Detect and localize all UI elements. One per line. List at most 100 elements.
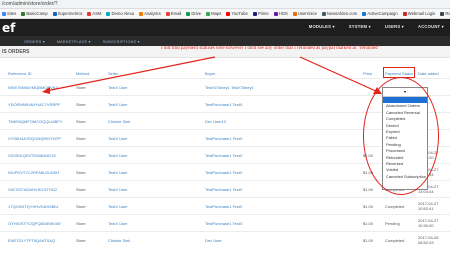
subnav-marketplace[interactable]: MARKETPLACE ▾: [57, 39, 91, 44]
bookmark-item[interactable]: UserVoice: [292, 11, 317, 16]
table-row[interactable]: ENE7D1YTPT5QAATSAQ Store Chelsie Sink Dev U…: [0, 231, 450, 248]
bookmark-item[interactable]: Demo Alexa: [106, 11, 134, 16]
cell-status: Completed: [385, 204, 405, 209]
col-date-added[interactable]: Date added: [418, 71, 439, 76]
bookmark-item[interactable]: YouTube: [226, 11, 248, 16]
table-row[interactable]: OYHIOSTYOQPQ8G6WK4W Store TestX User TestPu…: [0, 214, 450, 231]
cell-time: 10:30:00: [418, 223, 434, 228]
bookmark-item[interactable]: Drive: [186, 11, 201, 16]
cell-price: $1.00: [363, 204, 374, 209]
bookmark-item[interactable]: Analytics: [139, 11, 161, 16]
cell-reference-id[interactable]: VYS8H4A7DQGNQRIDYNTP: [8, 136, 61, 141]
cell-reference-id[interactable]: WUPDVTYC2RFA9LDLW0H: [8, 170, 59, 175]
menu-account[interactable]: ACCOUNT ▾: [418, 24, 444, 29]
cell-reference-id[interactable]: V8CGS7ADAHVIDLSTHG2: [8, 187, 57, 192]
bookmark-item[interactable]: NewsAlden.com: [321, 11, 358, 16]
cell-buyer[interactable]: Dev User: [205, 238, 222, 243]
cell-seller[interactable]: Chelsie Sink: [108, 119, 130, 124]
cell-seller[interactable]: TestX User: [108, 204, 128, 209]
cell-reference-id[interactable]: TM6S5QMFOMCGQQLUIBFY: [8, 119, 62, 124]
cell-buyer[interactable]: TestPurchase1 TestX: [205, 204, 243, 209]
bookmark-favicon-icon: [186, 11, 191, 16]
bookmark-item[interactable]: Maps: [206, 11, 221, 16]
cell-buyer[interactable]: TestPurchase1 TestX: [205, 153, 243, 158]
bookmark-label: Supermetrics: [57, 11, 83, 16]
cell-seller[interactable]: Chelsie Sink: [108, 238, 130, 243]
bookmark-label: Analytics: [144, 11, 161, 16]
cell-date-added: 2017-04-26 08:52:43: [418, 235, 438, 245]
bookmark-item[interactable]: Radio to Buffer: [440, 11, 450, 16]
cell-date-added: 2017-04-27 10:30:00: [418, 218, 438, 228]
cell-method: Store: [76, 204, 86, 209]
cell-reference-id[interactable]: 17QGNSTQYHHVDAH4BIU: [8, 204, 58, 209]
cell-reference-id[interactable]: VD3S0LQK0TEWANND1S: [8, 153, 56, 158]
cell-price: $1.00: [363, 187, 374, 192]
cell-reference-id[interactable]: OYHIOSTYOQPQ8G6WK4W: [8, 221, 61, 226]
app-logo[interactable]: ef: [2, 21, 15, 35]
bookmark-favicon-icon: [402, 11, 407, 16]
bookmark-favicon-icon: [362, 11, 367, 16]
cell-reference-id[interactable]: YDOEMNN4NYHAC7VRRPF: [8, 102, 60, 107]
bookmark-label: Prime: [257, 11, 269, 16]
cell-seller[interactable]: TestX User: [108, 102, 128, 107]
cell-method: Store: [76, 102, 86, 107]
cell-seller[interactable]: TestX User: [108, 221, 128, 226]
bookmark-label: Webmail Login: [407, 11, 436, 16]
bookmark-label: Demo Alexa: [111, 11, 135, 16]
bookmark-item[interactable]: Sites: [2, 11, 16, 16]
col-seller[interactable]: Seller: [108, 71, 118, 76]
bookmark-favicon-icon: [273, 11, 278, 16]
bookmark-favicon-icon: [292, 11, 297, 16]
cell-status: Pending: [385, 221, 400, 226]
bookmark-item[interactable]: BasicCamp: [21, 11, 48, 16]
bookmark-label: Drive: [191, 11, 202, 16]
cell-reference-id[interactable]: WNV76N9AYMQBMQRVK4: [8, 85, 58, 90]
bookmark-label: NewsAlden.com: [326, 11, 358, 16]
bookmark-item[interactable]: ActiveCampaign: [362, 11, 398, 16]
bookmark-item[interactable]: ASM: [87, 11, 101, 16]
cell-seller[interactable]: TestX User: [108, 136, 128, 141]
bookmark-favicon-icon: [226, 11, 231, 16]
cell-time: 10:52:41: [418, 206, 434, 211]
menu-system[interactable]: SYSTEM ▾: [349, 24, 371, 29]
col-buyer[interactable]: Buyer: [205, 71, 215, 76]
cell-seller[interactable]: TestX User: [108, 85, 128, 90]
col-method[interactable]: Method: [76, 71, 89, 76]
dropdown-highlight-circle: [363, 77, 439, 195]
bookmark-favicon-icon: [165, 11, 170, 16]
col-reference-id[interactable]: Reference ID: [8, 71, 32, 76]
cell-method: Store: [76, 170, 86, 175]
bookmark-label: Maps: [211, 11, 222, 16]
bookmark-item[interactable]: Supermetrics: [52, 11, 83, 16]
cell-buyer[interactable]: Dev User10: [205, 119, 226, 124]
bookmark-item[interactable]: Email: [165, 11, 181, 16]
cell-buyer[interactable]: TestPurchase1 TestX: [205, 187, 243, 192]
subnav-subscriptions[interactable]: SUBSCRIPTIONS ▾: [103, 39, 140, 44]
bookmark-favicon-icon: [2, 11, 6, 16]
cell-buyer[interactable]: TestXxTobey1 TestXTobey1: [205, 85, 254, 90]
col-price[interactable]: Price: [363, 71, 372, 76]
cell-buyer[interactable]: TestPurchase1 TestX: [205, 102, 243, 107]
bookmark-label: BasicCamp: [26, 11, 48, 16]
address-bar[interactable]: /com/admin/store/order/?: [0, 0, 450, 9]
bookmarks-bar: Sites BasicCamp Supermetrics ASM Demo Alexa A…: [0, 9, 450, 19]
cell-buyer[interactable]: TestPurchase1 TestX: [205, 170, 243, 175]
cell-reference-id[interactable]: ENE7D1YTPT5QAATSAQ: [8, 238, 55, 243]
subnav-orders[interactable]: ORDERS ▾: [24, 39, 45, 44]
bookmark-item[interactable]: Prime: [252, 11, 269, 16]
cell-seller[interactable]: TestX User: [108, 187, 128, 192]
cell-buyer[interactable]: TestPurchase1 TestX: [205, 136, 243, 141]
menu-users[interactable]: USERS ▾: [385, 24, 404, 29]
menu-modules[interactable]: MODULES ▾: [309, 24, 335, 29]
table-row[interactable]: 17QGNSTQYHHVDAH4BIU Store TestX User TestPu…: [0, 197, 450, 214]
bookmark-item[interactable]: Webmail Login: [402, 11, 436, 16]
cell-seller[interactable]: TestX User: [108, 153, 128, 158]
bookmark-item[interactable]: HOS: [273, 11, 288, 16]
bookmark-favicon-icon: [106, 11, 111, 16]
cell-method: Store: [76, 221, 86, 226]
cell-buyer[interactable]: TestPurchase1 TestX: [205, 221, 243, 226]
bookmark-favicon-icon: [252, 11, 257, 16]
cell-seller[interactable]: TestX User: [108, 170, 128, 175]
cell-price: $1.00: [363, 238, 374, 243]
bookmark-favicon-icon: [21, 11, 26, 16]
